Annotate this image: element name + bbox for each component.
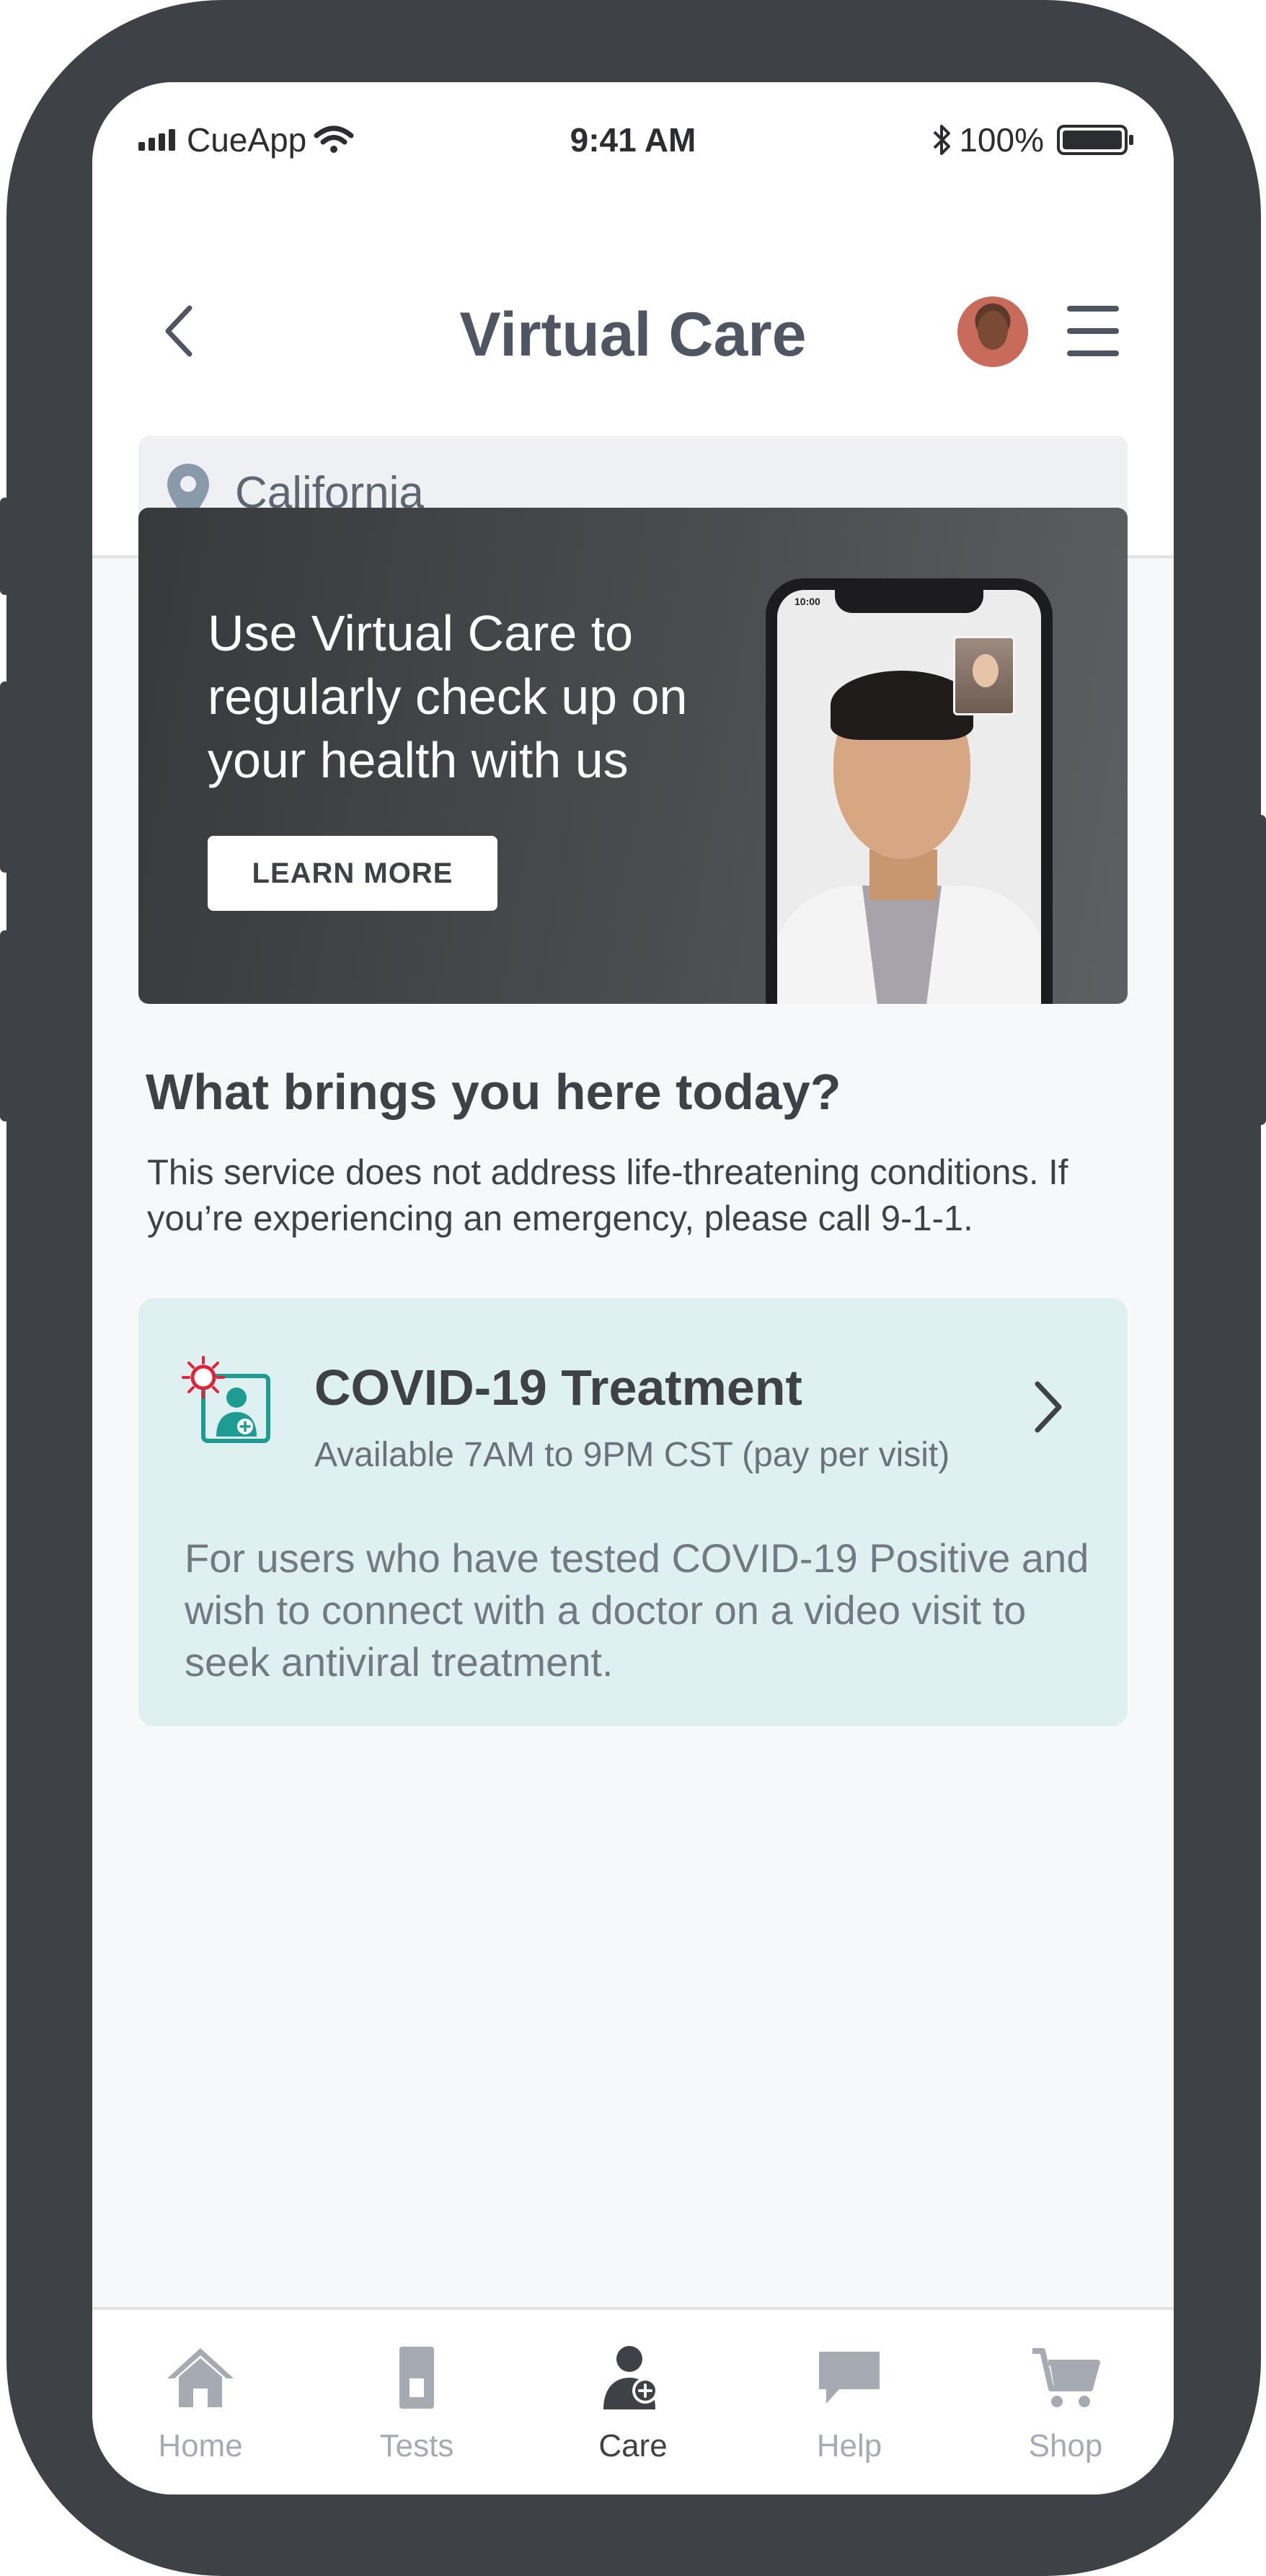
tab-label: Shop bbox=[1028, 2428, 1103, 2463]
bottom-tab-bar: Home Tests Care Help Shop bbox=[92, 2307, 1174, 2495]
page-title: Virtual Care bbox=[459, 300, 807, 369]
tab-label: Help bbox=[816, 2428, 882, 2463]
home-icon bbox=[161, 2342, 240, 2414]
tab-shop[interactable]: Shop bbox=[957, 2310, 1174, 2495]
status-right: 100% bbox=[931, 118, 1133, 162]
battery-icon bbox=[1057, 125, 1133, 155]
hamburger-line bbox=[1067, 350, 1119, 356]
status-bar: CueApp 9:41 AM 100% bbox=[92, 82, 1174, 194]
tab-home[interactable]: Home bbox=[92, 2310, 309, 2495]
volume-down-button bbox=[0, 930, 10, 1121]
tab-care[interactable]: Care bbox=[525, 2310, 741, 2495]
hamburger-line bbox=[1067, 306, 1119, 312]
learn-more-button[interactable]: LEARN MORE bbox=[208, 836, 497, 911]
service-description: For users who have tested COVID-19 Posit… bbox=[185, 1535, 1089, 1685]
tab-label: Home bbox=[158, 2428, 243, 2463]
tab-label: Care bbox=[598, 2428, 668, 2463]
chevron-left-icon bbox=[165, 305, 192, 357]
bluetooth-icon bbox=[933, 125, 951, 155]
cart-icon bbox=[1026, 2342, 1105, 2414]
hamburger-line bbox=[1067, 328, 1119, 334]
video-call-illustration: 10:00 bbox=[777, 590, 1041, 1004]
service-card-covid-treatment[interactable]: COVID-19 Treatment Available 7AM to 9PM … bbox=[138, 1298, 1128, 1726]
back-button[interactable] bbox=[150, 295, 208, 367]
tab-help[interactable]: Help bbox=[741, 2310, 957, 2495]
user-avatar[interactable] bbox=[957, 296, 1028, 367]
patient-thumbnail bbox=[953, 636, 1015, 715]
phone-illustration: 10:00 bbox=[766, 578, 1053, 1004]
mock-phone-time: 10:00 bbox=[794, 596, 820, 607]
power-button bbox=[1256, 815, 1266, 1125]
care-icon bbox=[593, 2342, 673, 2414]
test-cartridge-icon bbox=[377, 2342, 456, 2414]
tab-tests[interactable]: Tests bbox=[309, 2310, 525, 2495]
mute-switch bbox=[0, 498, 10, 595]
service-availability: Available 7AM to 9PM CST (pay per visit) bbox=[314, 1436, 950, 1474]
chevron-right-icon bbox=[1027, 1375, 1070, 1439]
section-title: What brings you here today? bbox=[146, 1064, 841, 1120]
emergency-disclaimer: This service does not address life-threa… bbox=[147, 1153, 1068, 1238]
service-title: COVID-19 Treatment bbox=[314, 1359, 802, 1416]
chat-bubble-icon bbox=[810, 2342, 889, 2414]
covid-doctor-icon bbox=[182, 1356, 270, 1443]
app-header: Virtual Care California bbox=[92, 194, 1174, 558]
volume-up-button bbox=[0, 682, 10, 873]
tab-label: Tests bbox=[379, 2428, 454, 2463]
battery-percent: 100% bbox=[959, 121, 1044, 159]
banner-headline: Use Virtual Care to regularly check up o… bbox=[208, 605, 688, 788]
doctor-hair bbox=[831, 671, 973, 740]
phone-notch bbox=[835, 590, 983, 613]
app-screen: CueApp 9:41 AM 100% Virtual Care Califor… bbox=[92, 82, 1174, 2495]
menu-button[interactable] bbox=[1067, 306, 1119, 356]
promo-banner: Use Virtual Care to regularly check up o… bbox=[138, 508, 1128, 1004]
